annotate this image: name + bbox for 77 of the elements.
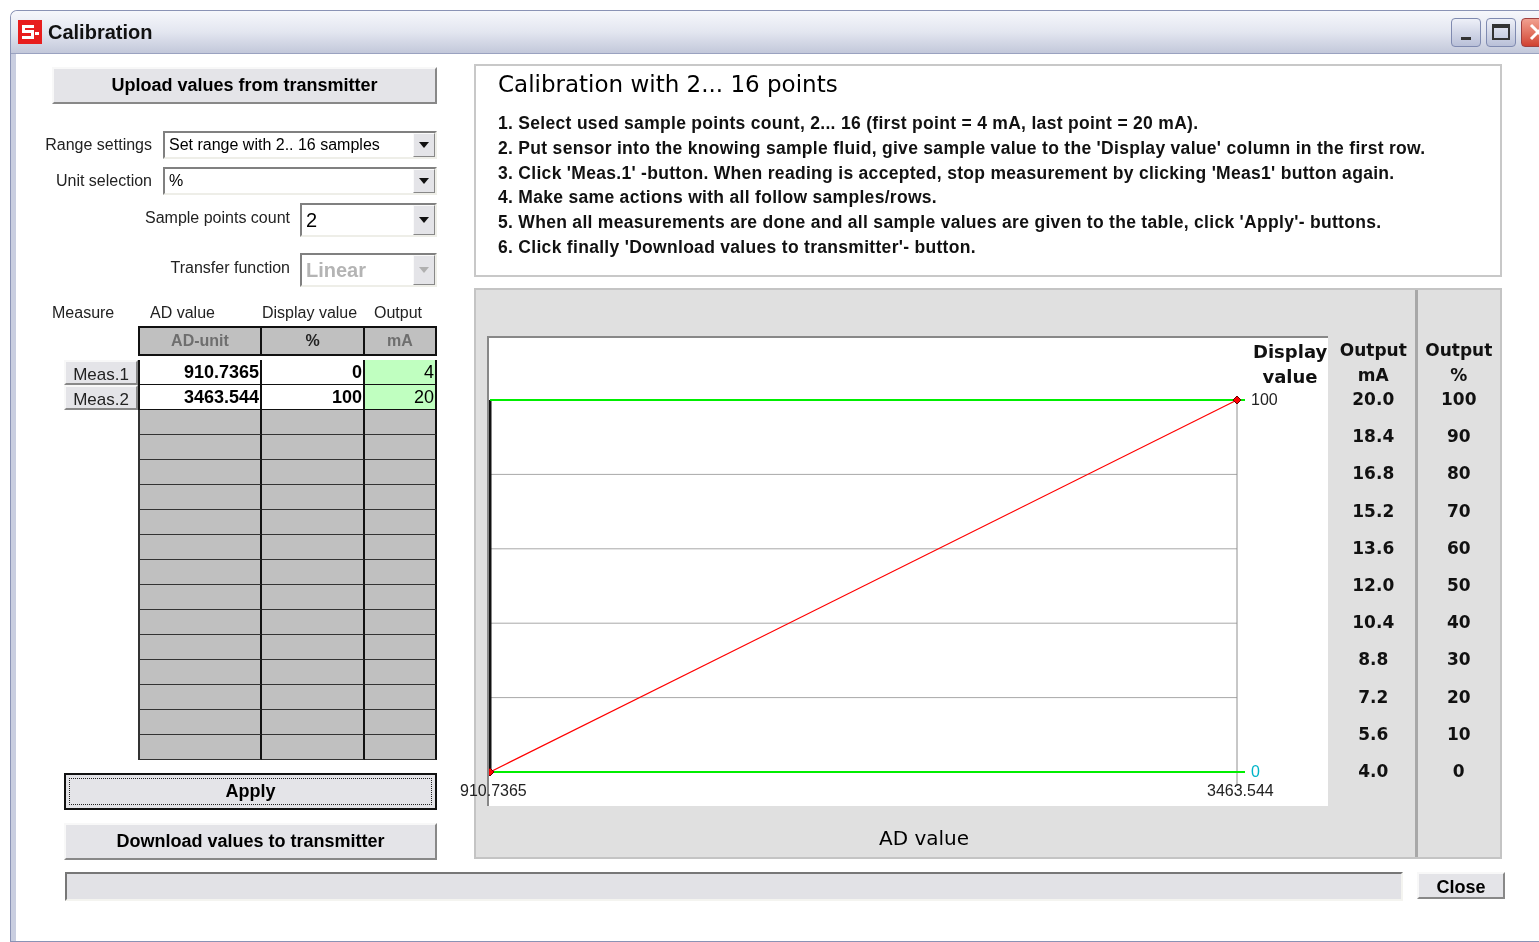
scale-value: 30	[1446, 648, 1471, 672]
measure-button[interactable]: Meas.1	[64, 360, 138, 385]
field-label: Unit selection	[54, 171, 152, 191]
unit-header: AD-unit	[138, 326, 262, 356]
column-heading: Display value	[262, 303, 358, 323]
instruction-step: 6. Click finally 'Download values to transmitter'- button.	[498, 235, 1500, 260]
window-title: Calibration	[48, 20, 153, 45]
scale-value: 10.4	[1352, 611, 1395, 635]
scale-unit: mA	[1357, 364, 1389, 387]
scale-value: 90	[1446, 425, 1471, 449]
column-heading: Measure	[52, 303, 115, 323]
table-cell: 910.7365	[138, 360, 262, 385]
scale-value: 4.0	[1358, 759, 1389, 783]
x-axis-label: AD value	[878, 825, 970, 852]
table-cell: 4	[365, 360, 437, 385]
scale-heading: Output	[1339, 339, 1407, 362]
dropdown-arrow-icon	[419, 267, 429, 273]
scale-value: 18.4	[1352, 425, 1395, 449]
scale-unit: %	[1450, 364, 1468, 387]
scale-value: 7.2	[1358, 685, 1389, 709]
instruction-step: 3. Click 'Meas.1' -button. When reading is accepted, stop measurement by clicking 'Meas1' button again.	[498, 160, 1500, 186]
dropdown-arrow-icon	[419, 142, 429, 148]
maximize-icon	[1492, 24, 1510, 40]
tick-label: 0	[1251, 763, 1260, 781]
scale-value: 0	[1452, 759, 1465, 783]
y-axis-label: Display value	[1253, 340, 1327, 389]
scale-value: 80	[1446, 462, 1471, 486]
scale-value: 16.8	[1352, 462, 1395, 486]
close-button[interactable]: Close	[1417, 872, 1505, 899]
apply-button[interactable]: Apply	[64, 773, 437, 810]
instruction-step: 5. When all measurements are done and all sample values are given to the table, click 'Apply'- buttons.	[498, 210, 1500, 235]
dropdown[interactable]: %	[163, 167, 437, 195]
field-label: Range settings	[44, 135, 152, 155]
tick-label: 3463.544	[1207, 782, 1274, 800]
instructions-title: Calibration with 2... 16 points	[498, 70, 839, 99]
data-point-marker	[1232, 395, 1242, 405]
unit-header: %	[262, 326, 365, 356]
download-button[interactable]: Download values to transmitter	[64, 823, 437, 860]
maximize-button[interactable]	[1486, 17, 1516, 47]
measure-button[interactable]: Meas.2	[64, 385, 138, 410]
scale-heading: Output	[1425, 339, 1493, 362]
instruction-step: 2. Put sensor into the knowing sample fluid, give sample value to the 'Display value' column in the first row.	[498, 135, 1500, 161]
app-logo-icon	[18, 20, 42, 44]
unit-header: mA	[365, 326, 437, 356]
scale-value: 13.6	[1352, 536, 1395, 560]
tick-label: 910.7365	[460, 782, 527, 800]
scale-value: 40	[1446, 611, 1471, 635]
minimize-icon	[1461, 36, 1471, 40]
dropdown[interactable]: Set range with 2.. 16 samples	[163, 131, 437, 159]
scale-value: 20	[1446, 685, 1471, 709]
scale-value: 15.2	[1352, 499, 1395, 523]
dropdown-arrow-icon	[419, 217, 429, 223]
scale-value: 50	[1446, 573, 1471, 597]
scale-value: 8.8	[1358, 648, 1389, 672]
table-cell: 100	[262, 385, 365, 410]
scale-value: 20.0	[1352, 388, 1395, 411]
field-label: Transfer function	[169, 258, 290, 278]
scale-value: 60	[1446, 536, 1471, 560]
field-label: Sample points count	[144, 208, 290, 228]
tick-label: 100	[1251, 391, 1278, 409]
table-cell: 20	[365, 385, 437, 410]
minimize-button[interactable]	[1451, 17, 1481, 47]
scale-value: 70	[1446, 499, 1471, 523]
scale-value: 5.6	[1358, 722, 1389, 746]
table-cell: 0	[262, 360, 365, 385]
data-point-marker	[489, 767, 495, 777]
scale-value: 100	[1441, 388, 1477, 411]
scale-value: 12.0	[1352, 573, 1395, 597]
dropdown[interactable]: 2	[300, 203, 437, 237]
upload-button[interactable]: Upload values from transmitter	[52, 67, 437, 104]
column-heading: Output	[374, 303, 423, 323]
instruction-step: 1. Select used sample points count, 2... 16 (first point = 4 mA, last point = 20 mA).	[498, 111, 1500, 136]
dropdown-arrow-icon	[419, 178, 429, 184]
table-cell: 3463.544	[138, 385, 262, 410]
instruction-step: 4. Make same actions with all follow samples/rows.	[498, 185, 1500, 211]
scale-value: 10	[1446, 722, 1471, 746]
column-heading: AD value	[150, 303, 215, 323]
